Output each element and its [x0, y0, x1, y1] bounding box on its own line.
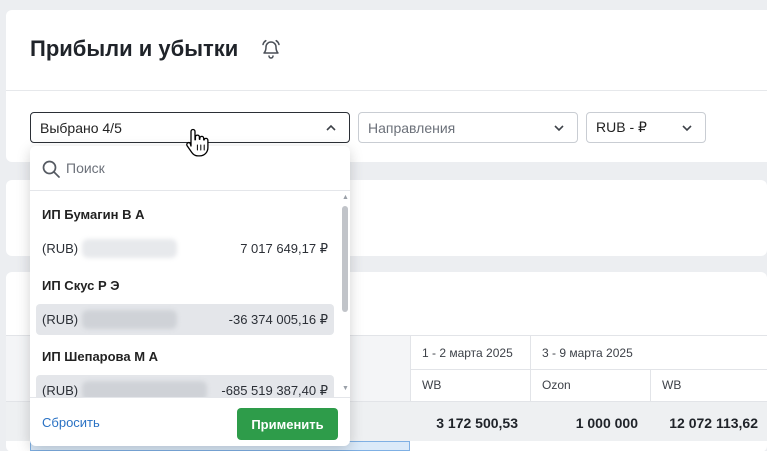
entities-dropdown: ИП Бумагин В А (RUB) 7 017 649,17 ₽ ИП С… [30, 146, 350, 446]
column-divider [530, 369, 531, 402]
currency-select[interactable]: RUB - ₽ [586, 112, 706, 143]
total-cell: 1 000 000 [575, 415, 638, 431]
list-item[interactable]: (RUB) -685 519 387,40 ₽ [36, 375, 334, 397]
list-item[interactable]: (RUB) -36 374 005,16 ₽ [36, 304, 334, 335]
account-name-redacted [82, 310, 177, 329]
chevron-down-icon [554, 125, 564, 132]
group-header: ИП Бумагин В А [42, 207, 145, 222]
dropdown-footer: Сбросить Применить [30, 397, 350, 446]
account-name-redacted [82, 381, 207, 397]
currency-select-value: RUB - ₽ [596, 119, 647, 135]
header-card: Прибыли и убытки [6, 10, 767, 90]
scroll-down-icon[interactable]: ▼ [342, 385, 349, 392]
account-name-redacted [82, 239, 177, 258]
search-icon [42, 160, 60, 178]
entities-select-value: Выбрано 4/5 [40, 119, 122, 136]
period-header: 1 - 2 марта 2025 [422, 346, 513, 360]
hand-cursor-icon [186, 128, 209, 157]
subheader-cell: Ozon [542, 378, 571, 392]
column-divider [530, 336, 531, 369]
scroll-up-icon[interactable]: ▲ [342, 194, 349, 201]
total-cell: 3 172 500,53 [436, 415, 518, 431]
table-header: 1 - 2 марта 2025 3 - 9 марта 2025 WB Ozo… [410, 335, 767, 402]
page-title: Прибыли и убытки [30, 36, 239, 61]
header-divider [410, 369, 767, 370]
account-currency: (RUB) [42, 312, 79, 327]
list-item[interactable]: (RUB) 7 017 649,17 ₽ [36, 233, 334, 264]
directions-select-placeholder: Направления [368, 119, 456, 136]
search-input[interactable] [66, 156, 336, 180]
account-amount: -685 519 387,40 ₽ [221, 383, 328, 397]
chevron-down-icon [682, 125, 692, 132]
account-amount: -36 374 005,16 ₽ [228, 312, 328, 327]
entities-list: ИП Бумагин В А (RUB) 7 017 649,17 ₽ ИП С… [30, 192, 350, 397]
bell-icon[interactable] [260, 38, 282, 60]
account-currency: (RUB) [42, 241, 79, 256]
period-header: 3 - 9 марта 2025 [542, 346, 633, 360]
column-divider [650, 369, 651, 402]
chevron-up-icon [326, 124, 336, 131]
scrollbar-thumb[interactable] [342, 206, 348, 312]
directions-select[interactable]: Направления [358, 112, 578, 143]
group-header: ИП Скус Р Э [42, 278, 120, 293]
subheader-cell: WB [422, 378, 442, 392]
apply-button[interactable]: Применить [237, 408, 338, 440]
account-amount: 7 017 649,17 ₽ [240, 241, 328, 256]
total-cell: 12 072 113,62 [669, 415, 758, 431]
reset-button[interactable]: Сбросить [42, 415, 100, 430]
subheader-cell: WB [662, 378, 682, 392]
list-scrollbar[interactable]: ▲ ▼ [340, 192, 350, 397]
account-currency: (RUB) [42, 383, 79, 397]
group-header: ИП Шепарова М А [42, 349, 159, 364]
